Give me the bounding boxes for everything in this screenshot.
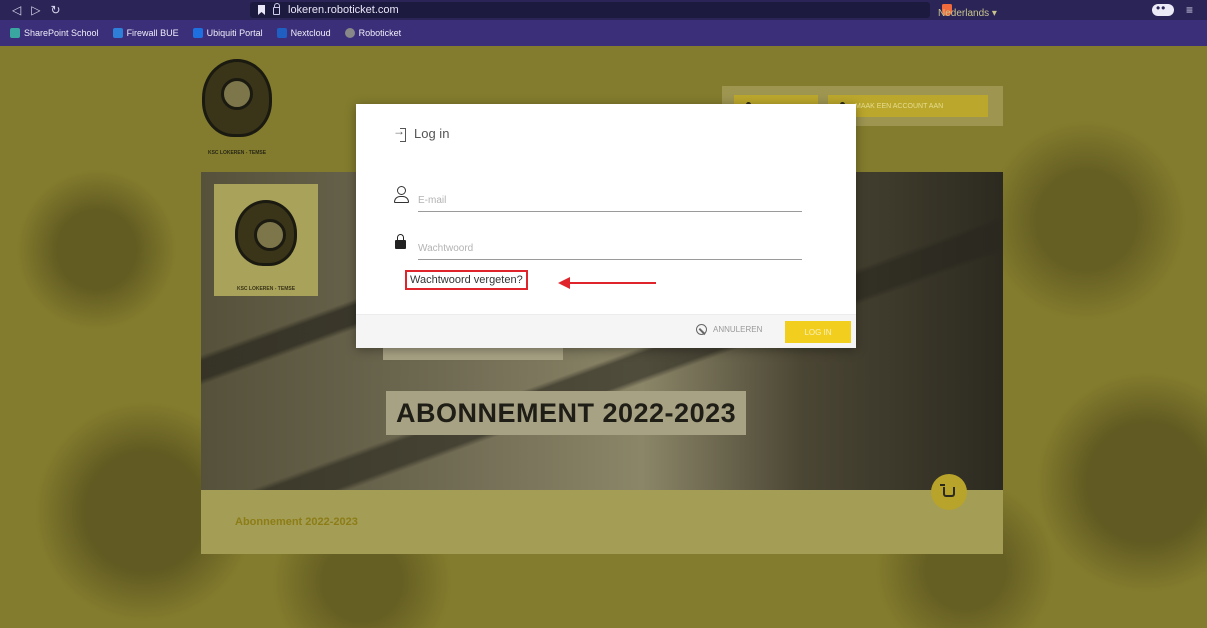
add-to-cart-button[interactable]	[931, 474, 967, 510]
crest-emblem-icon	[202, 58, 272, 137]
bookmark-nextcloud[interactable]: Nextcloud	[276, 28, 331, 38]
ban-icon	[696, 324, 707, 335]
bookmark-firewall[interactable]: Firewall BUE	[112, 28, 179, 38]
login-modal: Log in Wachtwoord vergeten? ANNULEREN LO…	[356, 104, 856, 348]
crest-caption: KSC LOKEREN - TEMSE	[236, 286, 296, 292]
cancel-button[interactable]: ANNULEREN	[696, 324, 762, 335]
login-icon	[393, 124, 406, 142]
event-logo-card: KSC LOKEREN - TEMSE	[214, 184, 318, 296]
forgot-password-link[interactable]: Wachtwoord vergeten?	[405, 270, 528, 290]
email-input[interactable]	[418, 190, 802, 212]
crest-emblem-icon	[235, 200, 297, 267]
event-info-panel: Abonnement 2022-2023	[201, 490, 1003, 554]
url-text: lokeren.roboticket.com	[288, 4, 399, 16]
event-title[interactable]: Abonnement 2022-2023	[235, 516, 358, 528]
nextcloud-icon	[276, 28, 287, 38]
ubiquiti-icon	[192, 28, 203, 38]
sharepoint-icon	[10, 28, 20, 38]
email-field-group	[394, 184, 802, 216]
bookmark-ubiquiti[interactable]: Ubiquiti Portal	[192, 28, 263, 38]
back-icon[interactable]: ◁	[12, 3, 21, 17]
bookmark-sharepoint[interactable]: SharePoint School	[10, 28, 99, 38]
reload-icon[interactable]: ↻	[50, 3, 60, 17]
lock-icon	[273, 3, 280, 15]
browser-toolbar: ◁ ▷ ↻ lokeren.roboticket.com ≡	[0, 0, 1207, 20]
forward-icon[interactable]: ▷	[31, 3, 40, 17]
browser-nav: ◁ ▷ ↻	[0, 3, 250, 17]
bookmarks-bar: SharePoint School Firewall BUE Ubiquiti …	[0, 20, 1207, 46]
annotation-arrow-line	[566, 282, 656, 284]
password-field-group	[394, 232, 802, 264]
cart-icon	[940, 484, 955, 497]
wallet-icon[interactable]	[1151, 1, 1174, 16]
firewall-icon	[112, 28, 123, 38]
bookmark-roboticket[interactable]: Roboticket	[344, 28, 401, 38]
crest-caption: KSC LOKEREN - TEMSE	[207, 150, 267, 156]
modal-footer: ANNULEREN LOG IN	[356, 314, 856, 348]
lock-icon	[394, 234, 408, 250]
address-bar[interactable]: lokeren.roboticket.com	[250, 2, 930, 18]
menu-icon[interactable]: ≡	[1186, 3, 1193, 17]
extensions-area: ≡	[1151, 1, 1193, 17]
roboticket-icon	[344, 28, 355, 38]
site-logo[interactable]: KSC LOKEREN - TEMSE	[192, 56, 282, 160]
user-icon	[394, 186, 409, 203]
hero-title: ABONNEMENT 2022-2023	[386, 391, 747, 435]
language-switcher[interactable]: Nederlands ▾	[938, 8, 997, 19]
login-button[interactable]: LOG IN	[785, 321, 851, 343]
password-input[interactable]	[418, 238, 802, 260]
modal-header: Log in	[393, 124, 450, 142]
bookmark-icon[interactable]	[258, 5, 265, 15]
modal-title: Log in	[414, 126, 450, 141]
